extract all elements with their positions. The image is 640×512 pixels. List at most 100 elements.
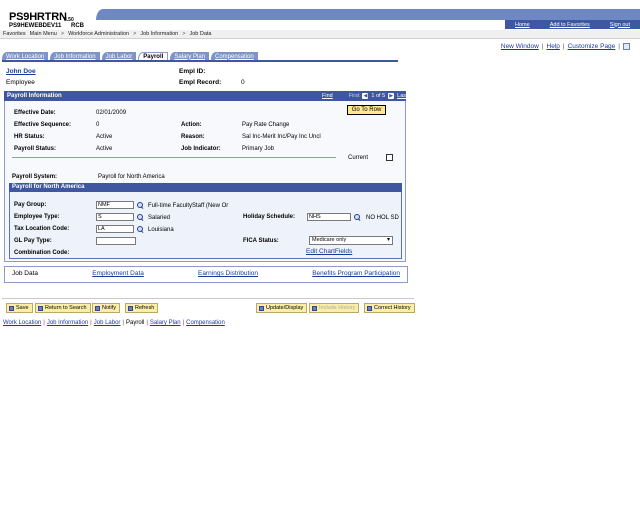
breadcrumb-job-information[interactable]: Job Information — [140, 31, 178, 37]
breadcrumb-main-menu[interactable]: Main Menu — [30, 31, 57, 37]
bottom-link-work-location[interactable]: Work Location — [3, 320, 41, 326]
holiday-schedule-desc: NO HOL SD — [366, 215, 399, 221]
row-count: 1 of 5 — [371, 93, 386, 99]
history-icon — [312, 305, 317, 311]
effective-sequence-value: 0 — [96, 122, 100, 128]
include-history-label: Include History — [319, 305, 356, 311]
refresh-icon — [128, 305, 133, 311]
link-separator: | — [122, 320, 124, 326]
bottom-link-compensation[interactable]: Compensation — [186, 320, 225, 326]
gl-pay-type-input[interactable] — [96, 237, 136, 245]
header-links: Home Add to Favorites Sign out — [505, 20, 640, 29]
lookup-icon[interactable] — [354, 214, 360, 220]
save-button[interactable]: Save — [6, 303, 33, 313]
link-separator: | — [182, 320, 185, 326]
effective-date-value: 02/01/2009 — [96, 110, 127, 116]
customize-page-link[interactable]: Customize Page — [568, 43, 616, 50]
next-icon[interactable]: ▶ — [388, 93, 395, 99]
employee-type-label: Employee Type: — [14, 214, 60, 220]
sign-out-link[interactable]: Sign out — [610, 22, 630, 28]
notify-icon — [95, 305, 100, 311]
notify-button[interactable]: Notify — [92, 303, 121, 313]
action-value: Pay Rate Change — [242, 122, 290, 128]
link-separator: | — [562, 43, 565, 50]
payroll-status-value: Active — [96, 146, 113, 152]
page-links: New Window | Help | Customize Page | — [501, 43, 630, 50]
holiday-schedule-input[interactable]: NHS — [307, 213, 351, 221]
update-display-button[interactable]: Update/Display — [256, 303, 308, 313]
gl-pay-type-label: GL Pay Type: — [14, 238, 52, 244]
print-icon[interactable] — [623, 43, 630, 50]
employment-data-link[interactable]: Employment Data — [92, 270, 144, 277]
link-separator: | — [541, 43, 544, 50]
notify-label: Notify — [102, 305, 117, 311]
help-link[interactable]: Help — [547, 43, 560, 50]
benefits-program-link[interactable]: Benefits Program Participation — [312, 270, 400, 277]
current-label: Current — [348, 155, 369, 161]
tax-location-input[interactable]: LA — [96, 225, 134, 233]
database-name: PS9HEWEBDEV11 — [9, 23, 62, 29]
job-data-label: Job Data — [12, 270, 39, 277]
first-link[interactable]: First — [349, 93, 360, 99]
payroll-information-title: Payroll Information — [7, 93, 62, 99]
previous-icon[interactable]: ◀ — [362, 93, 369, 99]
lookup-icon[interactable] — [137, 202, 143, 208]
correct-icon — [367, 305, 372, 311]
pay-group-label: Pay Group: — [14, 202, 47, 208]
bottom-link-job-information[interactable]: Job Information — [47, 320, 88, 326]
edit-chartfields-link[interactable]: Edit ChartFields — [306, 248, 352, 255]
breadcrumb-workforce-admin[interactable]: Workforce Administration — [68, 31, 129, 37]
toolbar-divider — [2, 298, 414, 299]
save-label: Save — [16, 305, 29, 311]
pay-group-desc: Full-time FacultyStaff (New Or — [148, 203, 229, 209]
find-link[interactable]: Find — [322, 93, 333, 99]
divider — [12, 157, 336, 158]
lookup-icon[interactable] — [137, 226, 143, 232]
return-to-search-button[interactable]: Return to Search — [35, 303, 91, 313]
bottom-page-links: Work Location | Job Information | Job Labo… — [3, 320, 225, 326]
tax-location-label: Tax Location Code: — [14, 226, 70, 232]
return-icon — [38, 305, 43, 311]
home-link[interactable]: Home — [515, 22, 530, 28]
holiday-schedule-label: Holiday Schedule: — [243, 214, 296, 220]
user-id: RCB — [71, 23, 84, 29]
fica-status-select[interactable]: Medicare only — [309, 236, 393, 245]
include-history-button[interactable]: Include History — [309, 303, 360, 313]
link-separator: | — [43, 320, 45, 326]
tax-location-desc: Louisiana — [148, 227, 174, 233]
bottom-link-job-labor[interactable]: Job Labor — [94, 320, 121, 326]
hr-status-value: Active — [96, 134, 113, 140]
link-separator: | — [618, 43, 620, 50]
job-indicator-value: Primary Job — [242, 146, 275, 152]
empl-record-value: 0 — [241, 79, 245, 86]
refresh-button[interactable]: Refresh — [125, 303, 159, 313]
fica-status-label: FICA Status: — [243, 238, 279, 244]
breadcrumb-favorites[interactable]: Favorites — [3, 31, 26, 37]
pay-group-input[interactable]: NMF — [96, 201, 134, 209]
bottom-link-salary-plan[interactable]: Salary Plan — [150, 320, 181, 326]
lookup-icon[interactable] — [137, 214, 143, 220]
go-to-row-button[interactable]: Go To Row — [347, 105, 386, 115]
link-separator: | — [146, 320, 148, 326]
tab-underline — [2, 60, 398, 62]
add-to-favorites-link[interactable]: Add to Favorites — [550, 22, 590, 28]
combination-code-label: Combination Code: — [14, 250, 70, 256]
earnings-distribution-link[interactable]: Earnings Distribution — [198, 270, 258, 277]
current-checkbox[interactable] — [386, 154, 393, 161]
breadcrumb-separator: > — [60, 31, 65, 37]
new-window-link[interactable]: New Window — [501, 43, 539, 50]
empl-record-label: Empl Record: — [179, 79, 222, 86]
refresh-label: Refresh — [135, 305, 155, 311]
app-title: PS9HRTRN — [9, 11, 67, 23]
correct-history-label: Correct History — [374, 305, 411, 311]
correct-history-button[interactable]: Correct History — [364, 303, 415, 313]
reason-value: Sal Inc-Merit Inc/Pay Inc Uncl — [242, 134, 321, 140]
job-indicator-label: Job Indicator: — [181, 146, 221, 152]
payroll-na-title: Payroll for North America — [12, 184, 85, 190]
effective-date-label: Effective Date: — [14, 110, 56, 116]
employee-name[interactable]: John Doe — [6, 68, 36, 75]
breadcrumb-job-data[interactable]: Job Data — [189, 31, 211, 37]
last-link[interactable]: Last — [397, 93, 407, 99]
employee-type-input[interactable]: S — [96, 213, 134, 221]
reason-label: Reason: — [181, 134, 205, 140]
